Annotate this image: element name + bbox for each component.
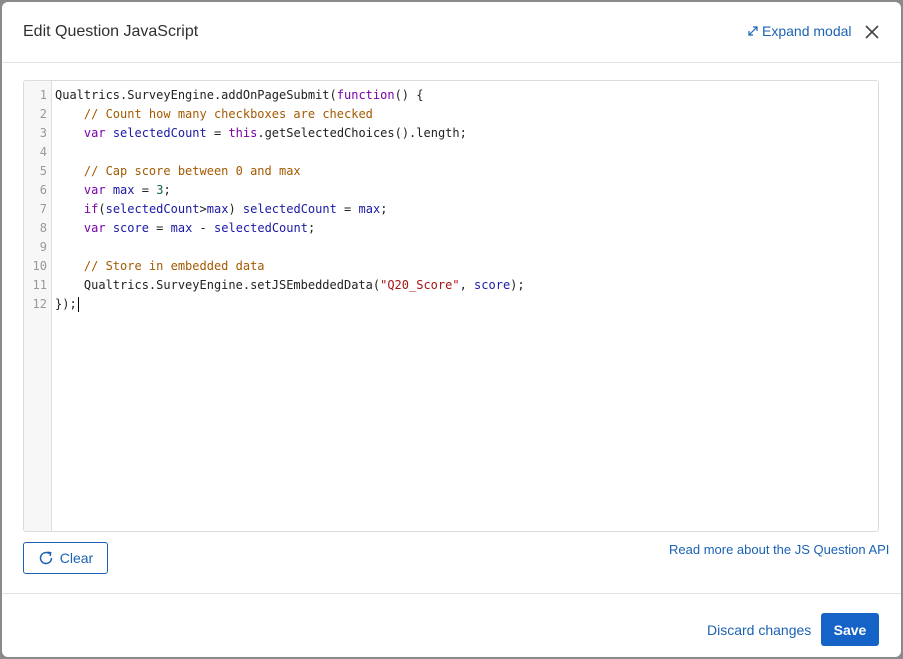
close-icon[interactable] (862, 22, 882, 42)
line-number: 10 (32, 259, 47, 273)
code-line: 7 if(selectedCount>max) selectedCount = … (24, 200, 878, 219)
save-button[interactable]: Save (821, 613, 879, 646)
code-line: 3 var selectedCount = this.getSelectedCh… (24, 124, 878, 143)
line-number: 6 (39, 183, 47, 197)
code-lines: 1 Qualtrics.SurveyEngine.addOnPageSubmit… (24, 86, 878, 314)
modal-header: Edit Question JavaScript Expand modal (2, 2, 901, 63)
line-number: 2 (39, 107, 47, 121)
code-line: 12 }); (24, 295, 878, 314)
code-line: 4 (24, 143, 878, 162)
expand-modal-link[interactable]: Expand modal (748, 23, 852, 39)
line-number: 5 (39, 164, 47, 178)
code-line: 1 Qualtrics.SurveyEngine.addOnPageSubmit… (24, 86, 878, 105)
code-line: 9 (24, 238, 878, 257)
modal-title: Edit Question JavaScript (23, 23, 199, 40)
discard-changes-button[interactable]: Discard changes (707, 622, 811, 638)
code-line: 11 Qualtrics.SurveyEngine.setJSEmbeddedD… (24, 276, 878, 295)
code-line: 10 // Store in embedded data (24, 257, 878, 276)
line-number: 9 (39, 240, 47, 254)
clear-label: Clear (59, 550, 94, 566)
code-line: 2 // Count how many checkboxes are check… (24, 105, 878, 124)
code-line: 5 // Cap score between 0 and max (24, 162, 878, 181)
js-api-link[interactable]: Read more about the JS Question API (669, 542, 889, 557)
line-number: 4 (39, 145, 47, 159)
code-line: 8 var score = max - selectedCount; (24, 219, 878, 238)
clear-button[interactable]: Clear (23, 542, 108, 574)
line-number: 7 (39, 202, 47, 216)
modal-footer: Discard changes Save (2, 593, 901, 658)
code-line: 6 var max = 3; (24, 181, 878, 200)
refresh-icon (39, 551, 53, 565)
text-cursor (77, 297, 79, 312)
line-number: 8 (39, 221, 47, 235)
expand-modal-label: Expand modal (762, 23, 852, 39)
line-number: 12 (32, 297, 47, 311)
line-number: 1 (39, 88, 47, 102)
line-number: 11 (32, 278, 47, 292)
code-editor[interactable]: 1 Qualtrics.SurveyEngine.addOnPageSubmit… (23, 80, 879, 532)
edit-javascript-modal: Edit Question JavaScript Expand modal 1 … (2, 2, 901, 657)
line-number: 3 (39, 126, 47, 140)
expand-arrows-icon (748, 26, 758, 36)
